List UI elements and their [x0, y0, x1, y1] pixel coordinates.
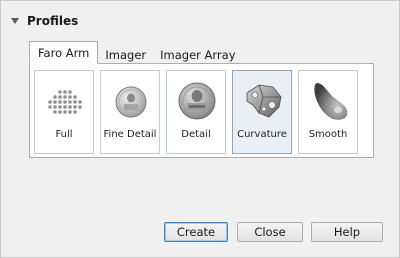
coin-fine-icon [115, 86, 147, 118]
section-title: Profiles [27, 14, 79, 28]
profile-tile-smooth[interactable]: Smooth [298, 70, 358, 154]
help-button[interactable]: Help [311, 222, 383, 242]
tab-faro-arm[interactable]: Faro Arm [29, 41, 99, 64]
profile-tile-fine-detail[interactable]: Fine Detail [100, 70, 160, 154]
tab-imager-array[interactable]: Imager Array [153, 45, 242, 64]
profile-tile-detail[interactable]: Detail [166, 70, 226, 154]
part-curvature-icon [246, 84, 282, 118]
profile-tile-curvature[interactable]: Curvature [232, 70, 292, 154]
create-button[interactable]: Create [164, 222, 228, 242]
profiles-section-header[interactable]: Profiles [11, 11, 78, 31]
profile-label: Smooth [308, 129, 348, 140]
profile-tiles: Full Fine Detail Detail Curvature Smooth [34, 70, 358, 154]
profile-label: Fine Detail [103, 129, 157, 140]
point-cloud-icon [48, 90, 82, 114]
tab-panel-faro-arm: Full Fine Detail Detail Curvature Smooth [29, 63, 374, 158]
collapse-triangle-icon[interactable] [11, 18, 19, 24]
profile-label: Detail [181, 129, 211, 140]
smooth-shape-icon [314, 83, 348, 120]
tab-imager[interactable]: Imager [98, 45, 153, 64]
tab-strip: Faro Arm Imager Imager Array [29, 41, 243, 64]
coin-detail-icon [178, 82, 216, 120]
profile-label: Curvature [237, 129, 287, 140]
profiles-dialog: Profiles Faro Arm Imager Imager Array Fu… [0, 0, 400, 258]
profile-tile-full[interactable]: Full [34, 70, 94, 154]
profile-label: Full [55, 129, 73, 140]
close-button[interactable]: Close [237, 222, 303, 242]
